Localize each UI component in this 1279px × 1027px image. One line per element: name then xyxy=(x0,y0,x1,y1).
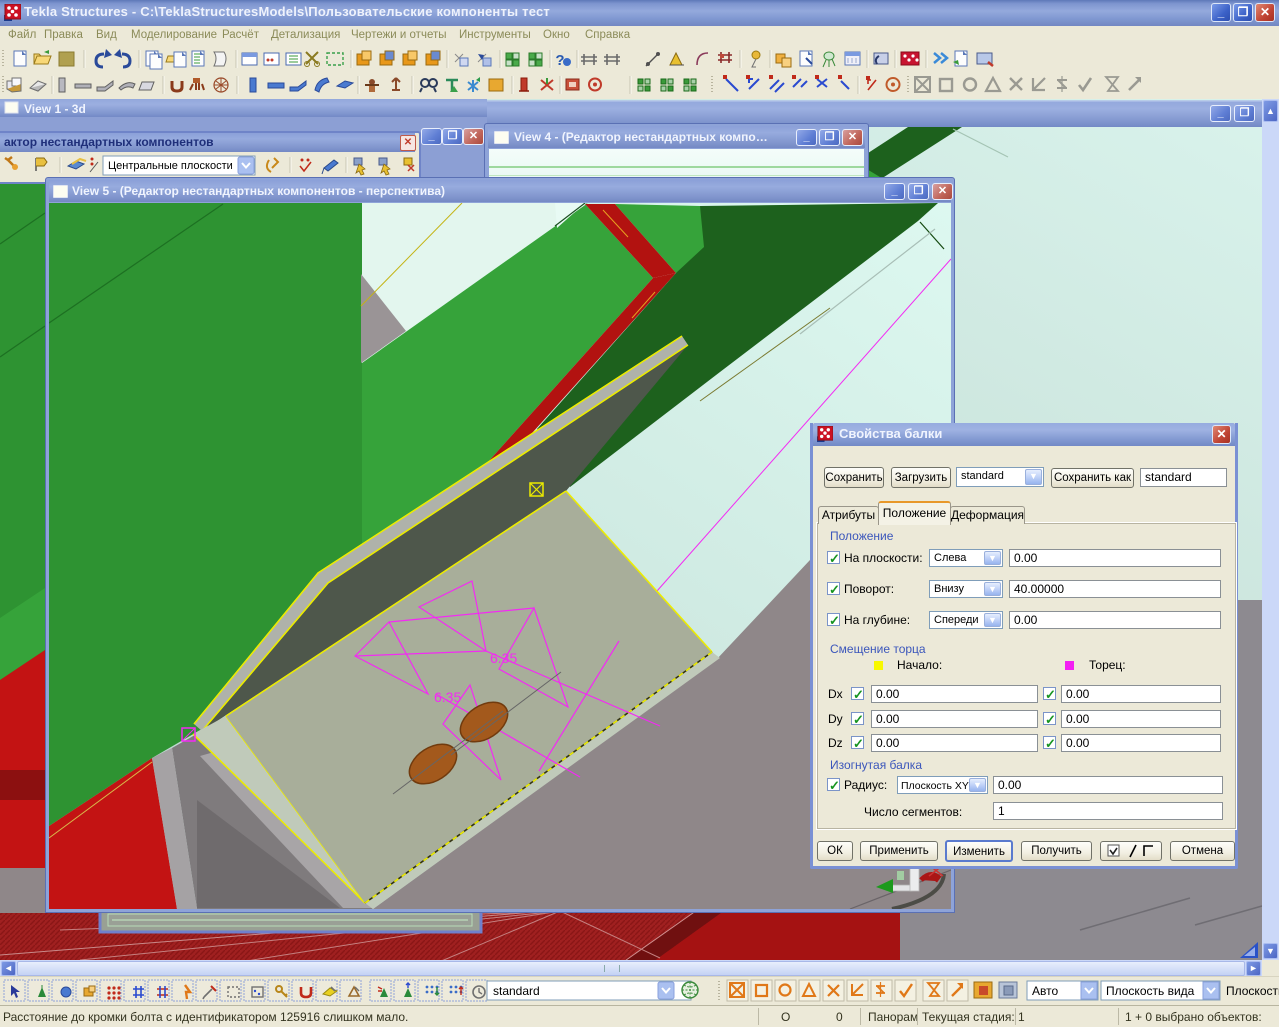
svg-text:?: ? xyxy=(555,52,564,69)
svg-text:Плоскости: Плоскости xyxy=(1226,984,1279,998)
svg-text:Авто: Авто xyxy=(1032,984,1058,998)
svg-text:standard: standard xyxy=(493,984,540,998)
svg-text:Центральные плоскости: Центральные плоскости xyxy=(108,160,233,172)
svg-text:6.35: 6.35 xyxy=(434,689,461,705)
svg-text:Плоскость вида: Плоскость вида xyxy=(1106,984,1195,998)
svg-text:6.35: 6.35 xyxy=(490,650,517,666)
svg-text:View 1 - 3d: View 1 - 3d xyxy=(24,102,86,116)
